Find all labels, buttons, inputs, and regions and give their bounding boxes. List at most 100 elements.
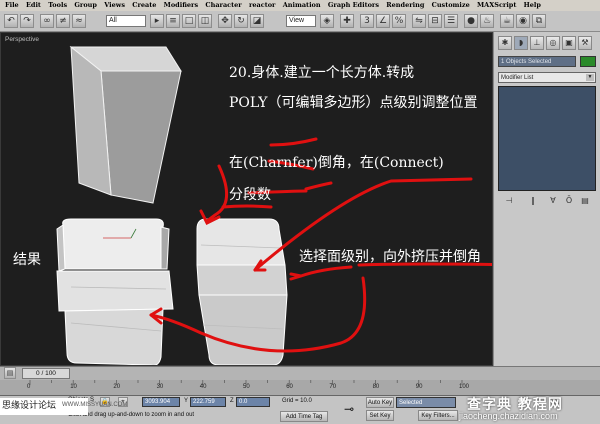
viewport-label[interactable]: Perspective <box>5 36 39 43</box>
reference-coordinate-dropdown[interactable]: View <box>286 15 316 27</box>
motion-tab-icon[interactable]: ◎ <box>546 36 560 50</box>
y-label: Y <box>184 398 189 404</box>
rotate-icon[interactable]: ↻ <box>234 14 248 28</box>
command-panel-tabs: ✱ ◗ ⊥ ◎ ▣ ⚒ <box>498 36 597 50</box>
track-tick-label: 50 <box>243 384 250 390</box>
menu-animation[interactable]: Animation <box>283 0 321 11</box>
y-coordinate-field[interactable]: 222.759 <box>190 397 226 407</box>
select-manipulate-icon[interactable]: ✚ <box>340 14 354 28</box>
box-result <box>56 218 174 365</box>
track-tick-label: 40 <box>199 384 207 390</box>
create-tab-icon[interactable]: ✱ <box>498 36 512 50</box>
move-icon[interactable]: ✥ <box>218 14 232 28</box>
stack-buttons: ⊣ ‖ ∀ Ō ▤ <box>498 195 596 209</box>
annotation-line-4: 分段数 <box>229 187 271 203</box>
key-filter-dropdown[interactable]: Selected <box>396 397 456 408</box>
make-unique-icon[interactable]: ∀ <box>546 195 560 207</box>
align-icon[interactable]: ⊟ <box>428 14 442 28</box>
material-editor-icon[interactable]: ● <box>464 14 478 28</box>
menu-edit[interactable]: Edit <box>26 0 41 11</box>
unlink-icon[interactable]: ≠ <box>56 14 70 28</box>
menu-customize[interactable]: Customize <box>432 0 470 11</box>
hierarchy-tab-icon[interactable]: ⊥ <box>530 36 544 50</box>
site-watermark-url: jiaocheng.chazidian.com <box>459 411 558 421</box>
key-icon[interactable]: ⊸ <box>344 402 354 416</box>
annotation-line-5: 选择面级别，向外挤压并倒角 <box>299 249 481 265</box>
menu-character[interactable]: Character <box>205 0 241 11</box>
menu-create[interactable]: Create <box>132 0 156 11</box>
key-filters-button[interactable]: Key Filters... <box>418 410 458 421</box>
z-coordinate-field[interactable]: 0.0 <box>236 397 270 407</box>
box-original <box>69 45 182 204</box>
main-toolbar: ↶ ↷ ∞ ≠ ≈ All ▸ ≡ □ ◫ ✥ ↻ ◪ View ◈ ✚ 3 ∠… <box>0 11 600 32</box>
bind-spacewarp-icon[interactable]: ≈ <box>72 14 86 28</box>
select-by-name-icon[interactable]: ≡ <box>166 14 180 28</box>
mirror-icon[interactable]: ⇋ <box>412 14 426 28</box>
menu-reactor[interactable]: reactor <box>249 0 276 11</box>
z-label: Z <box>230 398 234 404</box>
menu-help[interactable]: Help <box>524 0 541 11</box>
utilities-tab-icon[interactable]: ⚒ <box>578 36 592 50</box>
annotation-line-3: 在(Charnfer)倒角，在(Connect) <box>229 155 444 171</box>
site-watermark: 查字典 教程网 jiaocheng.chazidian.com <box>455 394 600 424</box>
menu-tools[interactable]: Tools <box>48 0 67 11</box>
modifier-list-dropdown[interactable]: Modifier List ▼ <box>498 72 596 83</box>
track-tick-label: 100 <box>459 384 470 390</box>
set-key-button[interactable]: Set Key <box>366 410 394 421</box>
time-slider[interactable]: 0 / 100 <box>22 368 70 379</box>
render-last-icon[interactable]: ◉ <box>516 14 530 28</box>
menu-bar: File Edit Tools Group Views Create Modif… <box>0 0 600 11</box>
schematic-view-icon[interactable]: ⧉ <box>532 14 546 28</box>
modifier-stack[interactable] <box>498 86 596 191</box>
link-icon[interactable]: ∞ <box>40 14 54 28</box>
track-tick-label: 90 <box>415 384 423 390</box>
track-tick-label: 80 <box>372 384 380 390</box>
percent-snap-icon[interactable]: % <box>392 14 406 28</box>
pin-stack-icon[interactable]: ⊣ <box>502 195 516 207</box>
command-panel: ✱ ◗ ⊥ ◎ ▣ ⚒ 1 Objects Selected Modifier … <box>493 32 600 366</box>
quick-render-icon[interactable]: ☕ <box>500 14 514 28</box>
annotation-line-1: 20.身体.建立一个长方体.转成 <box>229 65 415 81</box>
track-tick-label: 60 <box>286 384 293 390</box>
open-trackbar-icon[interactable]: ▤ <box>4 367 16 379</box>
angle-snap-icon[interactable]: ∠ <box>376 14 390 28</box>
menu-file[interactable]: File <box>5 0 19 11</box>
select-object-icon[interactable]: ▸ <box>150 14 164 28</box>
grid-size: Grid = 10.0 <box>282 398 312 404</box>
scale-icon[interactable]: ◪ <box>250 14 264 28</box>
track-tick-label: 10 <box>70 384 77 390</box>
remove-modifier-icon[interactable]: Ō <box>562 195 576 207</box>
menu-views[interactable]: Views <box>104 0 125 11</box>
auto-key-button[interactable]: Auto Key <box>366 397 394 408</box>
chevron-down-icon: ▼ <box>586 74 594 81</box>
menu-maxscript[interactable]: MAXScript <box>477 0 516 11</box>
rect-selection-icon[interactable]: □ <box>182 14 196 28</box>
window-crossing-icon[interactable]: ◫ <box>198 14 212 28</box>
menu-modifiers[interactable]: Modifiers <box>164 0 199 11</box>
box-chamfered <box>196 218 288 365</box>
selection-filter-dropdown[interactable]: All <box>106 15 146 27</box>
display-tab-icon[interactable]: ▣ <box>562 36 576 50</box>
show-end-result-icon[interactable]: ‖ <box>526 195 540 207</box>
x-coordinate-field[interactable]: 3093.904 <box>142 397 180 407</box>
track-tick-label: 70 <box>329 384 337 390</box>
annotation-line-2: POLY（可编辑多边形）点级别调整位置 <box>229 95 478 111</box>
pivot-icon[interactable]: ◈ <box>320 14 334 28</box>
menu-group[interactable]: Group <box>74 0 97 11</box>
snap-toggle-icon[interactable]: 3 <box>360 14 374 28</box>
object-name-field[interactable]: 1 Objects Selected <box>498 56 576 67</box>
layer-manager-icon[interactable]: ☰ <box>444 14 458 28</box>
add-time-tag-button[interactable]: Add Time Tag <box>280 411 328 422</box>
object-color-swatch[interactable] <box>580 56 596 67</box>
modify-tab-icon[interactable]: ◗ <box>514 36 528 50</box>
track-tick-label: 30 <box>156 384 164 390</box>
forum-watermark-url: WWW.MISSYUAN.COM <box>62 402 128 408</box>
menu-graph-editors[interactable]: Graph Editors <box>328 0 379 11</box>
configure-sets-icon[interactable]: ▤ <box>578 195 592 207</box>
time-slider-bar: ▤ 0 / 100 <box>0 366 600 380</box>
menu-rendering[interactable]: Rendering <box>386 0 424 11</box>
redo-icon[interactable]: ↷ <box>20 14 34 28</box>
render-scene-icon[interactable]: ♨ <box>480 14 494 28</box>
perspective-viewport[interactable]: Perspective 20.身体.建立一个长方体.转成 POLY（可编辑多边形… <box>0 32 493 366</box>
undo-icon[interactable]: ↶ <box>4 14 18 28</box>
